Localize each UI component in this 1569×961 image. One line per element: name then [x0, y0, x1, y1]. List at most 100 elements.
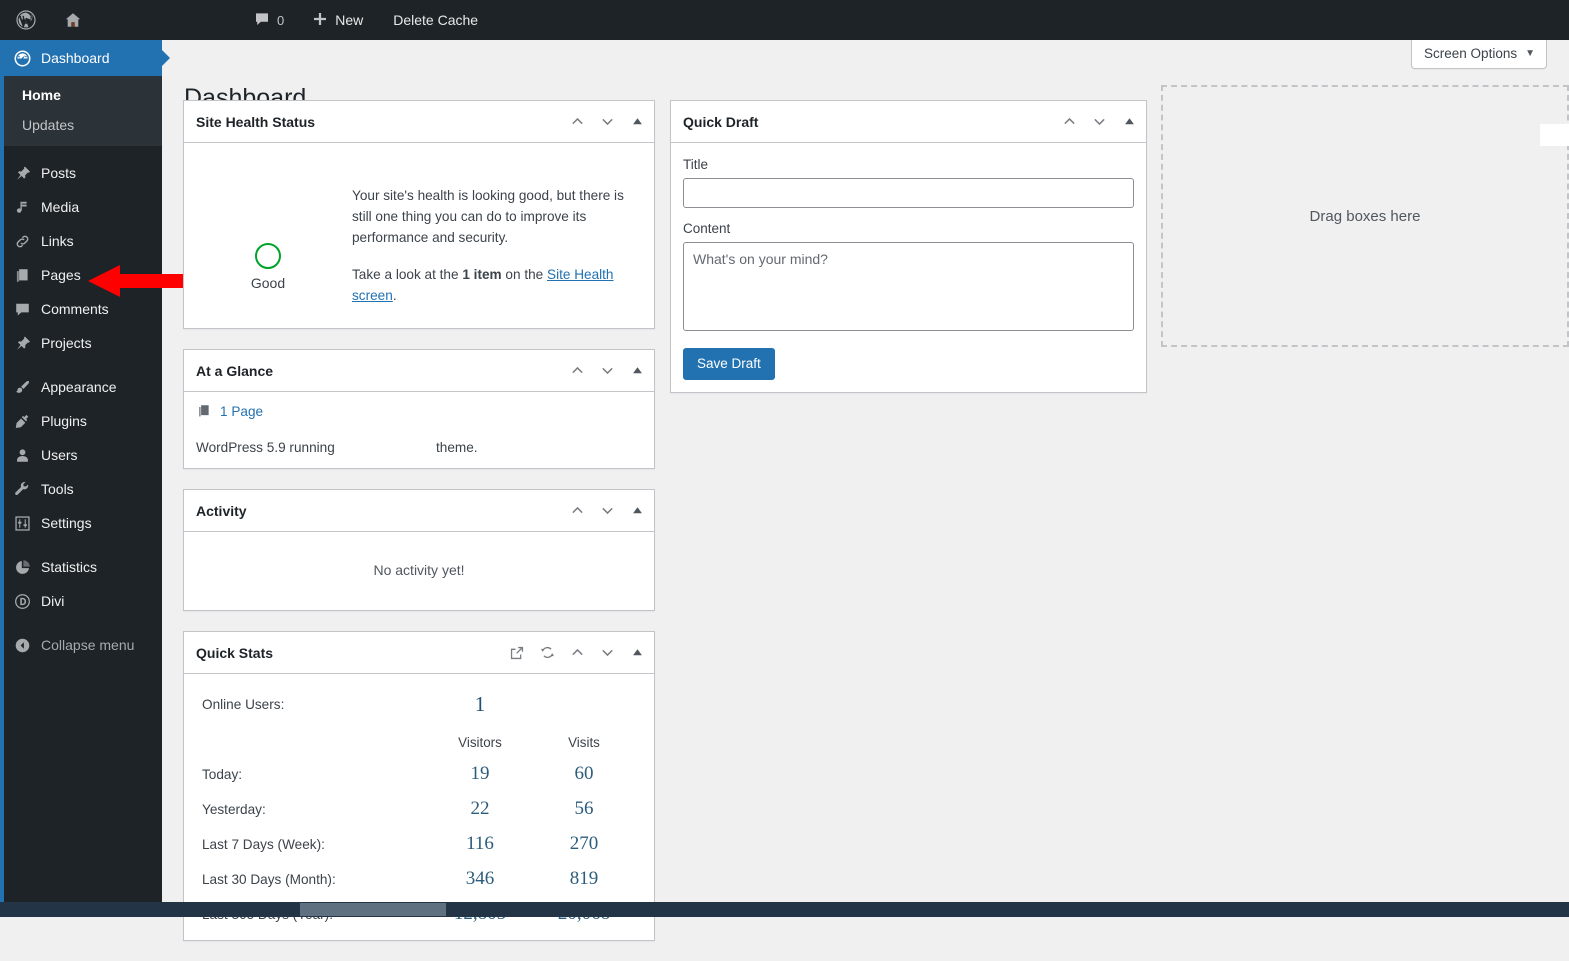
row-visitors: 19: [428, 757, 532, 792]
panel-at-a-glance: At a Glance: [183, 349, 655, 469]
sidebar-item-media[interactable]: Media: [0, 190, 162, 224]
move-up-icon[interactable]: [1054, 104, 1084, 140]
sidebar-item-appearance[interactable]: Appearance: [0, 370, 162, 404]
row-visitors: 116: [428, 827, 532, 862]
comments-count: 0: [277, 13, 284, 28]
toggle-panel-icon[interactable]: [622, 493, 652, 529]
panel-title: Quick Stats: [196, 646, 502, 660]
pages-icon: [196, 403, 212, 419]
health-status-circle-icon: [255, 243, 281, 269]
site-home-icon[interactable]: [54, 0, 92, 40]
delete-cache-button[interactable]: Delete Cache: [383, 0, 488, 40]
menu-separator: [0, 618, 162, 628]
table-row: Today: 19 60: [202, 757, 636, 792]
delete-cache-label: Delete Cache: [393, 12, 478, 28]
toggle-panel-icon[interactable]: [622, 104, 652, 140]
sidebar-item-statistics[interactable]: Statistics: [0, 550, 162, 584]
toggle-panel-icon[interactable]: [1114, 104, 1144, 140]
screen-options-button[interactable]: Screen Options ▼: [1411, 40, 1547, 69]
quick-draft-content-textarea[interactable]: [683, 242, 1134, 331]
sidebar-item-label: Users: [41, 448, 78, 462]
sidebar-item-users[interactable]: Users: [0, 438, 162, 472]
table-row: Last 30 Days (Month): 346 819: [202, 862, 636, 897]
sidebar-item-dashboard[interactable]: Dashboard: [0, 40, 162, 76]
empty-drop-zone[interactable]: Drag boxes here: [1161, 85, 1569, 347]
chevron-down-icon: ▼: [1525, 49, 1535, 59]
sidebar-item-links[interactable]: Links: [0, 224, 162, 258]
quick-draft-title-input[interactable]: [683, 178, 1134, 208]
sidebar-item-label: Dashboard: [41, 51, 110, 65]
plug-icon: [12, 411, 32, 431]
pages-icon: [12, 265, 32, 285]
collapse-menu-button[interactable]: Collapse menu: [0, 628, 162, 662]
save-draft-button[interactable]: Save Draft: [683, 348, 775, 380]
sidebar-item-divi[interactable]: Divi: [0, 584, 162, 618]
sidebar-item-posts[interactable]: Posts: [0, 156, 162, 190]
panel-title: Activity: [196, 504, 562, 518]
move-down-icon[interactable]: [592, 104, 622, 140]
screen-meta-links: Screen Options ▼: [1411, 40, 1547, 69]
glance-pages-row: 1 Page: [196, 403, 642, 419]
sidebar-item-plugins[interactable]: Plugins: [0, 404, 162, 438]
panel-handle-actions: [562, 493, 652, 529]
sidebar-item-label: Appearance: [41, 380, 117, 394]
row-visitors: 22: [428, 792, 532, 827]
row-visits: 60: [532, 757, 636, 792]
pie-chart-icon: [12, 557, 32, 577]
move-up-icon[interactable]: [562, 353, 592, 389]
row-label: Yesterday:: [202, 792, 428, 827]
site-health-paragraph-1: Your site's health is looking good, but …: [352, 185, 628, 248]
empty-drop-zone-wrapper: Drag boxes here: [1161, 85, 1569, 347]
row-visits: 56: [532, 792, 636, 827]
panel-body: Online Users: 1 Visitors Visits Today: 1…: [184, 674, 654, 940]
horizontal-scrollbar-thumb[interactable]: [300, 903, 446, 916]
theme-text: theme.: [436, 440, 478, 455]
collapse-menu-label: Collapse menu: [41, 637, 134, 653]
quick-stats-table: Online Users: 1 Visitors Visits Today: 1…: [202, 686, 636, 932]
horizontal-scrollbar[interactable]: [0, 902, 1569, 917]
menu-separator: [0, 540, 162, 550]
external-link-icon[interactable]: [502, 635, 532, 671]
move-down-icon[interactable]: [592, 493, 622, 529]
pages-count-link[interactable]: 1 Page: [220, 404, 263, 419]
comments-admin-bar-item[interactable]: 0: [244, 0, 294, 40]
table-row: Online Users: 1: [202, 686, 636, 729]
panel-quick-draft: Quick Draft Title Content: [670, 100, 1147, 393]
move-down-icon[interactable]: [592, 635, 622, 671]
panel-activity: Activity No activity yet!: [183, 489, 655, 611]
online-users-label: Online Users:: [202, 686, 428, 729]
sidebar-subitem-home[interactable]: Home: [0, 80, 162, 110]
sidebar-item-label: Statistics: [41, 560, 97, 574]
admin-bar: 0 New Delete Cache: [0, 0, 1569, 40]
drag-boxes-here-text: Drag boxes here: [1310, 208, 1421, 225]
sidebar-item-label: Settings: [41, 516, 92, 530]
column-header-visits: Visits: [532, 729, 636, 757]
refresh-icon[interactable]: [532, 635, 562, 671]
sidebar-item-label: Projects: [41, 336, 92, 350]
move-up-icon[interactable]: [562, 635, 592, 671]
move-down-icon[interactable]: [1084, 104, 1114, 140]
toggle-panel-icon[interactable]: [622, 353, 652, 389]
glance-version-row: WordPress 5.9 running theme.: [196, 440, 642, 455]
move-down-icon[interactable]: [592, 353, 622, 389]
new-content-button[interactable]: New: [302, 0, 373, 40]
toggle-panel-icon[interactable]: [622, 635, 652, 671]
panel-handle-actions: [562, 104, 652, 140]
spacer: [683, 208, 1134, 219]
sidebar-item-tools[interactable]: Tools: [0, 472, 162, 506]
row-label: Last 30 Days (Month):: [202, 862, 428, 897]
sidebar-item-pages[interactable]: Pages: [0, 258, 162, 292]
sidebar-item-comments[interactable]: Comments: [0, 292, 162, 326]
panel-header: Quick Draft: [671, 101, 1146, 143]
sidebar-item-projects[interactable]: Projects: [0, 326, 162, 360]
sidebar-item-settings[interactable]: Settings: [0, 506, 162, 540]
wordpress-logo-icon[interactable]: [6, 0, 46, 40]
panel-body: Title Content Save Draft: [671, 143, 1146, 392]
site-health-text: Your site's health is looking good, but …: [352, 143, 654, 328]
sidebar-item-label: Links: [41, 234, 74, 248]
sidebar-subitem-updates[interactable]: Updates: [0, 110, 162, 140]
move-up-icon[interactable]: [562, 104, 592, 140]
online-users-value: 1: [428, 686, 532, 729]
move-up-icon[interactable]: [562, 493, 592, 529]
paintbrush-icon: [12, 377, 32, 397]
